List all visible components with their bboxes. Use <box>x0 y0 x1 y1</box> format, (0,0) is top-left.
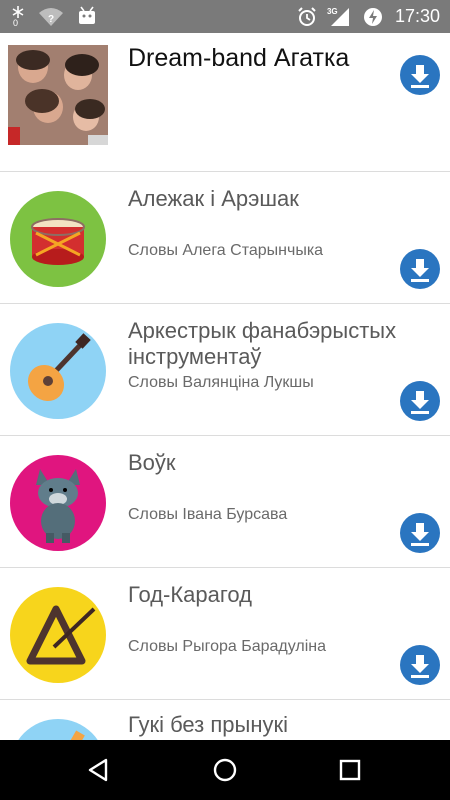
wifi-question-icon: ? <box>38 5 64 27</box>
song-item[interactable]: Гукі без прынукі <box>0 700 450 740</box>
snowflake-icon: 0 <box>10 5 26 27</box>
download-icon <box>411 655 429 678</box>
download-icon <box>411 259 429 282</box>
status-bar-right: 3G 17:30 <box>297 0 440 33</box>
back-icon[interactable] <box>84 755 114 785</box>
song-item[interactable]: Год-Карагод Словы Рыгора Барадуліна <box>0 568 450 700</box>
song-subtitle: Словы Алега Старынчыка <box>128 242 324 259</box>
song-item[interactable]: Воўк Словы Івана Бурсава <box>0 436 450 568</box>
album-header[interactable]: Dream-band Агатка <box>0 33 450 172</box>
data-saver-icon <box>363 7 383 27</box>
download-button[interactable] <box>400 513 440 553</box>
download-button[interactable] <box>400 381 440 421</box>
clock: 17:30 <box>394 6 440 26</box>
download-button[interactable] <box>400 249 440 289</box>
download-icon <box>411 391 429 414</box>
song-cover <box>10 719 106 740</box>
mandolin-icon <box>27 333 91 402</box>
triangle-instrument-icon <box>26 605 96 665</box>
android-icon <box>76 5 98 27</box>
recents-icon[interactable] <box>335 755 365 785</box>
album-download-button[interactable] <box>400 55 440 95</box>
drum-icon <box>31 218 85 265</box>
download-button[interactable] <box>400 645 440 685</box>
song-item[interactable]: Аркестрык фанабэрыстых інструментаў Слов… <box>0 304 450 436</box>
wolf-icon <box>36 469 80 543</box>
song-title: Алежак і Арэшак <box>128 186 299 211</box>
song-title: Гукі без прынукі <box>128 712 288 737</box>
network-type-label: 3G <box>326 6 338 16</box>
song-list[interactable]: Dream-band Агатка Алежак і Арэшак Словы … <box>0 33 450 740</box>
instrument-icon <box>61 730 85 740</box>
signal-icon: 3G <box>326 6 351 28</box>
song-cover <box>10 587 106 683</box>
status-bar-left: 0 ? <box>10 5 98 27</box>
alarm-icon <box>297 6 317 27</box>
song-item[interactable]: Алежак і Арэшак Словы Алега Старынчыка <box>0 172 450 304</box>
svg-text:0: 0 <box>13 18 18 27</box>
song-title: Аркестрык фанабэрыстых інструментаў <box>128 318 397 369</box>
download-icon <box>411 65 429 88</box>
song-cover <box>10 191 106 287</box>
navigation-bar <box>0 740 450 800</box>
status-bar: 0 ? 3G 17:30 <box>0 0 450 33</box>
song-title: Год-Карагод <box>128 582 253 607</box>
song-subtitle: Словы Івана Бурсава <box>128 506 288 523</box>
svg-text:?: ? <box>48 14 54 25</box>
song-title: Воўк <box>128 450 176 475</box>
song-cover <box>10 323 106 419</box>
song-subtitle: Словы Рыгора Барадуліна <box>128 638 327 655</box>
album-title: Dream-band Агатка <box>128 44 350 72</box>
band-photo <box>8 45 108 145</box>
home-icon[interactable] <box>210 755 240 785</box>
song-subtitle: Словы Валянціна Лукшы <box>128 374 314 391</box>
song-cover <box>10 455 106 551</box>
download-icon <box>411 523 429 546</box>
